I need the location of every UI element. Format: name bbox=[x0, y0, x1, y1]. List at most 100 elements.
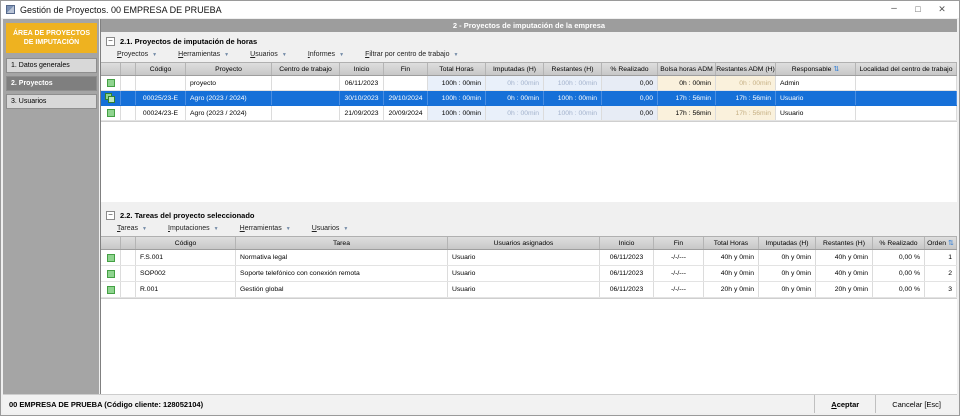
green-copy-icon bbox=[105, 92, 116, 104]
chevron-down-icon bbox=[224, 51, 231, 58]
cell-icon bbox=[101, 76, 121, 90]
cell-total: 40h y 0min bbox=[704, 250, 759, 265]
table-row[interactable]: F.S.001 Normativa legal Usuario 06/11/2023-… bbox=[101, 250, 957, 266]
menu-informes[interactable]: Informes bbox=[308, 51, 346, 58]
cell-total: 20h y 0min bbox=[704, 282, 759, 297]
cell-imputadas: 0h : 00min bbox=[486, 76, 544, 90]
cell-proyecto: Agro (2023 / 2024) bbox=[186, 91, 272, 105]
window-title: Gestión de Proyectos. 00 EMPRESA DE PRUE… bbox=[20, 4, 222, 15]
maximize-icon[interactable] bbox=[906, 1, 930, 18]
cell-fin: -/-/--- bbox=[654, 266, 704, 281]
col-inicio[interactable]: Inicio bbox=[340, 63, 384, 75]
cell-codigo: 00025/23-E bbox=[136, 91, 186, 105]
cell-bolsa: 17h : 56min bbox=[658, 91, 716, 105]
cell-fin: 20/09/2024 bbox=[384, 106, 428, 120]
table-row[interactable]: 00024/23-E Agro (2023 / 2024) 21/09/2023 20… bbox=[101, 106, 957, 121]
cell-centro bbox=[272, 76, 340, 90]
col-centro[interactable]: Centro de trabajo bbox=[272, 63, 340, 75]
cell-imputadas: 0h y 0min bbox=[759, 250, 816, 265]
col-sel[interactable] bbox=[121, 63, 136, 75]
cell-proyecto: Agro (2023 / 2024) bbox=[186, 106, 272, 120]
green-square-icon bbox=[106, 79, 115, 87]
col-label-realizado: % Realizado bbox=[610, 65, 649, 73]
menu-proyectos[interactable]: Proyectos bbox=[117, 51, 159, 58]
col-restantes[interactable]: Restantes (H) bbox=[816, 237, 873, 249]
title-bar: Gestión de Proyectos. 00 EMPRESA DE PRUE… bbox=[1, 1, 959, 18]
col-fin[interactable]: Fin bbox=[654, 237, 704, 249]
col-label-bolsa: Bolsa horas ADM bbox=[660, 65, 713, 73]
cell-orden: 2 bbox=[925, 266, 957, 281]
chevron-down-icon bbox=[142, 225, 149, 232]
table-row[interactable]: SOP002 Soporte telefónico con conexión re… bbox=[101, 266, 957, 282]
col-label-restantes: Restantes (H) bbox=[551, 65, 594, 73]
col-imputadas[interactable]: Imputadas (H) bbox=[759, 237, 816, 249]
col-restantes[interactable]: Restantes (H) bbox=[544, 63, 602, 75]
projects-menu-bar: Proyectos Herramientas Usuarios Informes Fil… bbox=[106, 48, 957, 62]
col-codigo[interactable]: Código bbox=[136, 63, 186, 75]
chevron-down-icon bbox=[339, 51, 346, 58]
col-label-fin: Fin bbox=[400, 65, 411, 73]
green-square-icon bbox=[106, 269, 115, 278]
collapse-toggle-icon[interactable] bbox=[106, 37, 115, 46]
menu-usuarios[interactable]: Usuarios bbox=[312, 225, 351, 232]
app-icon bbox=[6, 5, 15, 14]
table-row[interactable]: proyecto 06/11/2023 100h : 00min 0h : 00min… bbox=[101, 76, 957, 91]
menu-tareas[interactable]: Tareas bbox=[117, 225, 149, 232]
cell-realizado: 0,00 bbox=[602, 91, 658, 105]
menu-imputaciones[interactable]: Imputaciones bbox=[168, 225, 221, 232]
sidebar-item-usuarios[interactable]: 3. Usuarios bbox=[6, 94, 97, 109]
col-inicio[interactable]: Inicio bbox=[600, 237, 654, 249]
tasks-table-empty-area bbox=[101, 299, 957, 394]
menu-filtrar-por-centro-de-trabajo[interactable]: Filtrar por centro de trabajo bbox=[365, 51, 460, 58]
menu-herramientas[interactable]: Herramientas bbox=[178, 51, 231, 58]
col-responsable[interactable]: Responsable bbox=[776, 63, 856, 75]
sort-icon bbox=[833, 65, 839, 73]
col-sel[interactable] bbox=[121, 237, 136, 249]
col-fin[interactable]: Fin bbox=[384, 63, 428, 75]
col-total[interactable]: Total Horas bbox=[428, 63, 486, 75]
tasks-menu-bar: Tareas Imputaciones Herramientas Usuarios bbox=[106, 222, 957, 236]
section-tasks-header: 2.2. Tareas del proyecto seleccionado Ta… bbox=[101, 202, 957, 236]
cell-fin: -/-/--- bbox=[654, 250, 704, 265]
cell-imputadas: 0h y 0min bbox=[759, 282, 816, 297]
close-icon[interactable] bbox=[930, 1, 954, 18]
cell-inicio: 06/11/2023 bbox=[340, 76, 384, 90]
menu-herramientas[interactable]: Herramientas bbox=[240, 225, 293, 232]
table-row[interactable]: R.001 Gestión global Usuario 06/11/2023 -/-/… bbox=[101, 282, 957, 298]
chevron-down-icon bbox=[343, 225, 350, 232]
menu-usuarios[interactable]: Usuarios bbox=[250, 51, 289, 58]
col-realizado[interactable]: % Realizado bbox=[873, 237, 925, 249]
sidebar-item-proyectos[interactable]: 2. Proyectos bbox=[6, 76, 97, 91]
cell-icon bbox=[101, 106, 121, 120]
col-localidad[interactable]: Localidad del centro de trabajo bbox=[856, 63, 957, 75]
collapse-toggle-icon[interactable] bbox=[106, 211, 115, 220]
cell-inicio: 30/10/2023 bbox=[340, 91, 384, 105]
sidebar: ÁREA DE PROYECTOS DE IMPUTACIÓN 1. Datos… bbox=[3, 19, 99, 394]
col-orden[interactable]: Orden bbox=[925, 237, 957, 249]
cell-inicio: 21/09/2023 bbox=[340, 106, 384, 120]
col-usuarios[interactable]: Usuarios asignados bbox=[448, 237, 600, 249]
cancelar-esc-button[interactable]: Cancelar [Esc] bbox=[875, 395, 957, 413]
cell-total: 100h : 00min bbox=[428, 106, 486, 120]
col-proyecto[interactable]: Proyecto bbox=[186, 63, 272, 75]
col-codigo[interactable]: Código bbox=[136, 237, 236, 249]
minimize-icon[interactable] bbox=[882, 1, 906, 18]
section-tasks-title: 2.2. Tareas del proyecto seleccionado bbox=[120, 211, 255, 220]
cell-total: 100h : 00min bbox=[428, 91, 486, 105]
col-bolsa[interactable]: Bolsa horas ADM bbox=[658, 63, 716, 75]
cell-tarea: Gestión global bbox=[236, 282, 448, 297]
chevron-down-icon bbox=[286, 225, 293, 232]
col-label-centro: Centro de trabajo bbox=[279, 65, 332, 73]
col-tarea[interactable]: Tarea bbox=[236, 237, 448, 249]
col-icon[interactable] bbox=[101, 63, 121, 75]
col-icon[interactable] bbox=[101, 237, 121, 249]
col-imputadas[interactable]: Imputadas (H) bbox=[486, 63, 544, 75]
col-total[interactable]: Total Horas bbox=[704, 237, 759, 249]
col-restantes_adm[interactable]: Restantes ADM (H) bbox=[716, 63, 776, 75]
sidebar-item-datos-generales[interactable]: 1. Datos generales bbox=[6, 58, 97, 73]
table-row[interactable]: 00025/23-E Agro (2023 / 2024) 30/10/2023 29… bbox=[101, 91, 957, 106]
col-realizado[interactable]: % Realizado bbox=[602, 63, 658, 75]
chevron-down-icon bbox=[454, 51, 461, 58]
cell-icon bbox=[101, 250, 121, 265]
aceptar-button[interactable]: Aceptar bbox=[814, 395, 875, 413]
